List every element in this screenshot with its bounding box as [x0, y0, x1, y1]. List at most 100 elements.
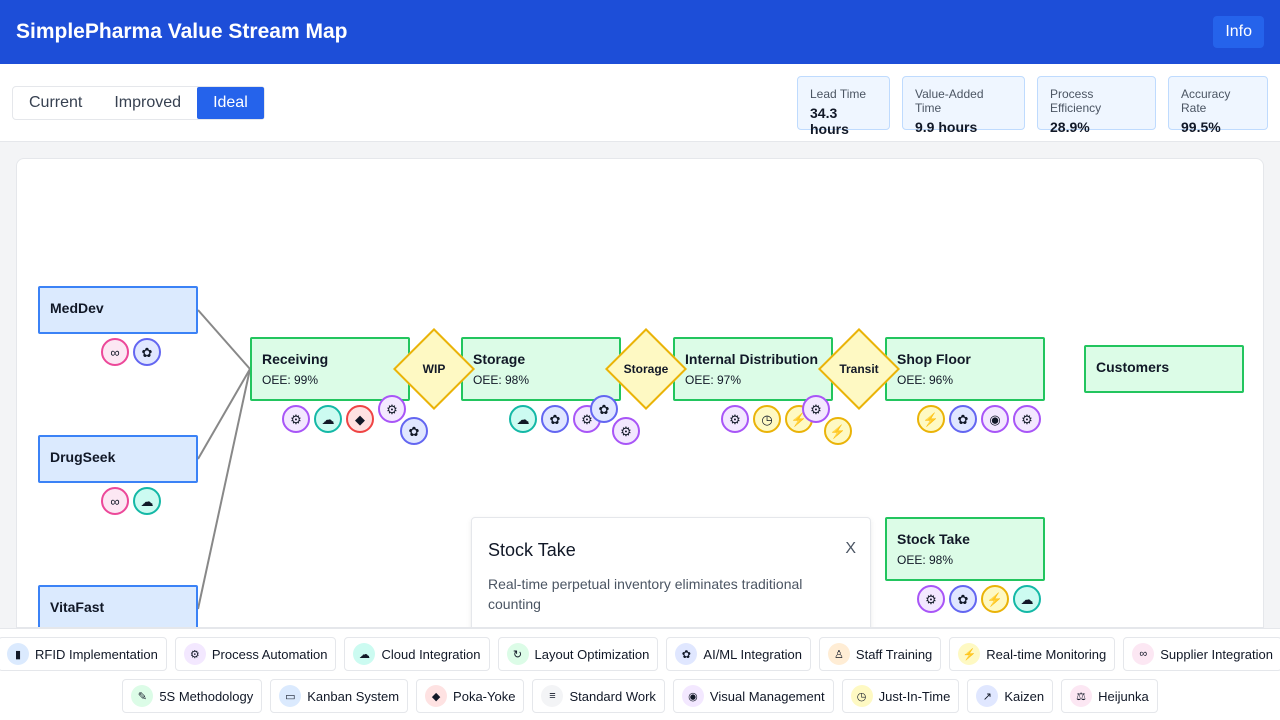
robot-icon: ⚙: [183, 643, 206, 665]
inventory-storage[interactable]: Storage: [604, 327, 688, 411]
link-icon[interactable]: ∞: [101, 338, 129, 366]
legend-item-real-time-monitoring[interactable]: ⚡ Real-time Monitoring: [949, 637, 1116, 671]
metric-label: Value-Added Time: [915, 87, 984, 115]
metric-value: 9.9 hours: [915, 119, 978, 135]
brain-icon[interactable]: ✿: [133, 338, 161, 366]
connector-line: [197, 368, 251, 610]
brain-icon: ✿: [675, 643, 698, 665]
brain-icon[interactable]: ✿: [949, 585, 977, 613]
brain-icon[interactable]: ✿: [541, 405, 569, 433]
cloud-icon[interactable]: ☁: [133, 487, 161, 515]
legend-item-5s[interactable]: ✎ 5S Methodology: [122, 679, 263, 713]
robot-icon[interactable]: ⚙: [282, 405, 310, 433]
inventory-label: Storage: [623, 362, 669, 376]
inventory-transit[interactable]: Transit: [817, 327, 901, 411]
legend-item-kaizen[interactable]: ↗ Kaizen: [967, 679, 1054, 713]
process-oee: OEE: 98%: [473, 373, 530, 387]
legend-item-ai-ml[interactable]: ✿ AI/ML Integration: [666, 637, 811, 671]
tab-ideal[interactable]: Ideal: [197, 87, 264, 119]
popup-description: Real-time perpetual inventory eliminates…: [488, 576, 803, 612]
legend-label: Poka-Yoke: [453, 688, 516, 704]
card-icon: ▭: [279, 685, 302, 707]
state-tabs: Current Improved Ideal: [12, 86, 265, 120]
process-shop-floor[interactable]: Shop Floor OEE: 96%: [885, 337, 1045, 401]
process-name: Storage: [473, 351, 526, 367]
brain-icon[interactable]: ✿: [590, 395, 618, 423]
metric-label: Accuracy Rate: [1181, 87, 1231, 115]
info-button[interactable]: Info: [1213, 16, 1264, 48]
legend-label: AI/ML Integration: [703, 646, 802, 662]
stopwatch-icon[interactable]: ◷: [753, 405, 781, 433]
layout-icon: ↻: [506, 643, 529, 665]
training-icon: ♙: [827, 643, 850, 665]
tab-current[interactable]: Current: [13, 87, 98, 119]
legend-item-cloud-integration[interactable]: ☁ Cloud Integration: [344, 637, 490, 671]
legend-item-visual-management[interactable]: ◉ Visual Management: [672, 679, 834, 713]
supplier-vitafast[interactable]: VitaFast: [38, 585, 198, 627]
customers-node[interactable]: Customers: [1084, 345, 1244, 393]
robot-icon[interactable]: ⚙: [802, 395, 830, 423]
legend-label: Real-time Monitoring: [986, 646, 1107, 662]
supplier-meddev[interactable]: MedDev: [38, 286, 198, 334]
legend-item-supplier-integration[interactable]: ∞ Supplier Integration: [1123, 637, 1280, 671]
process-oee: OEE: 97%: [685, 373, 742, 387]
inventory-wip[interactable]: WIP: [392, 327, 476, 411]
robot-icon[interactable]: ⚙: [917, 585, 945, 613]
robot-icon[interactable]: ⚙: [612, 417, 640, 445]
process-name: Receiving: [262, 351, 329, 367]
metric-label: Process Efficiency: [1050, 87, 1102, 115]
legend-label: Visual Management: [709, 688, 825, 704]
robot-icon[interactable]: ⚙: [721, 405, 749, 433]
shield-icon: ◆: [425, 685, 448, 707]
stopwatch-icon: ◷: [850, 685, 873, 707]
connector-line: [197, 309, 251, 370]
robot-icon[interactable]: ⚙: [378, 395, 406, 423]
metric-accuracy-rate: Accuracy Rate 99.5%: [1168, 76, 1268, 135]
process-storage[interactable]: Storage OEE: 98%: [461, 337, 621, 401]
legend-item-rfid[interactable]: ▮ RFID Implementation: [0, 637, 167, 671]
legend-item-process-automation[interactable]: ⚙ Process Automation: [174, 637, 337, 671]
process-name: Internal Distribution: [685, 351, 818, 367]
legend-item-standard-work[interactable]: ≡ Standard Work: [532, 679, 665, 713]
tab-improved[interactable]: Improved: [98, 87, 197, 119]
legend-label: Standard Work: [569, 688, 656, 704]
lightning-icon[interactable]: ⚡: [824, 417, 852, 445]
brain-icon[interactable]: ✿: [400, 417, 428, 445]
cloud-icon[interactable]: ☁: [314, 405, 342, 433]
eye-icon: ◉: [681, 685, 704, 707]
legend-label: Process Automation: [211, 646, 328, 662]
legend-item-heijunka[interactable]: ⚖ Heijunka: [1061, 679, 1158, 713]
brain-icon[interactable]: ✿: [949, 405, 977, 433]
legend-item-kanban[interactable]: ▭ Kanban System: [270, 679, 409, 713]
popup-close-button[interactable]: X: [845, 540, 856, 558]
supplier-drugseek[interactable]: DrugSeek: [38, 435, 198, 483]
legend-item-staff-training[interactable]: ♙ Staff Training: [818, 637, 942, 671]
top-bar: SimplePharma Value Stream Map Info: [0, 0, 1280, 64]
cloud-icon[interactable]: ☁: [509, 405, 537, 433]
lightning-icon[interactable]: ⚡: [917, 405, 945, 433]
metric-label: Lead Time: [810, 87, 867, 101]
inventory-label: WIP: [422, 362, 446, 376]
robot-icon[interactable]: ⚙: [1013, 405, 1041, 433]
link-icon[interactable]: ∞: [101, 487, 129, 515]
legend-label: Heijunka: [1098, 688, 1149, 704]
process-name: Shop Floor: [897, 351, 971, 367]
process-receiving[interactable]: Receiving OEE: 99%: [250, 337, 410, 401]
eye-icon[interactable]: ◉: [981, 405, 1009, 433]
link-icon: ∞: [1132, 643, 1155, 665]
legend-item-poka-yoke[interactable]: ◆ Poka-Yoke: [416, 679, 525, 713]
process-oee: OEE: 99%: [262, 373, 319, 387]
shield-icon[interactable]: ◆: [346, 405, 374, 433]
legend-item-layout-optimization[interactable]: ↻ Layout Optimization: [497, 637, 659, 671]
cloud-icon[interactable]: ☁: [1013, 585, 1041, 613]
legend-label: Kanban System: [307, 688, 400, 704]
metric-process-efficiency: Process Efficiency 28.9%: [1037, 76, 1156, 135]
legend-item-just-in-time[interactable]: ◷ Just-In-Time: [841, 679, 960, 713]
process-stock-take[interactable]: Stock Take OEE: 98%: [885, 517, 1045, 581]
balance-icon: ⚖: [1070, 685, 1093, 707]
lightning-icon[interactable]: ⚡: [981, 585, 1009, 613]
legend-label: Supplier Integration: [1160, 646, 1273, 662]
process-internal-distribution[interactable]: Internal Distribution OEE: 97%: [673, 337, 833, 401]
bar-chart-icon: ▮: [7, 643, 30, 665]
process-name: Stock Take: [897, 531, 970, 547]
